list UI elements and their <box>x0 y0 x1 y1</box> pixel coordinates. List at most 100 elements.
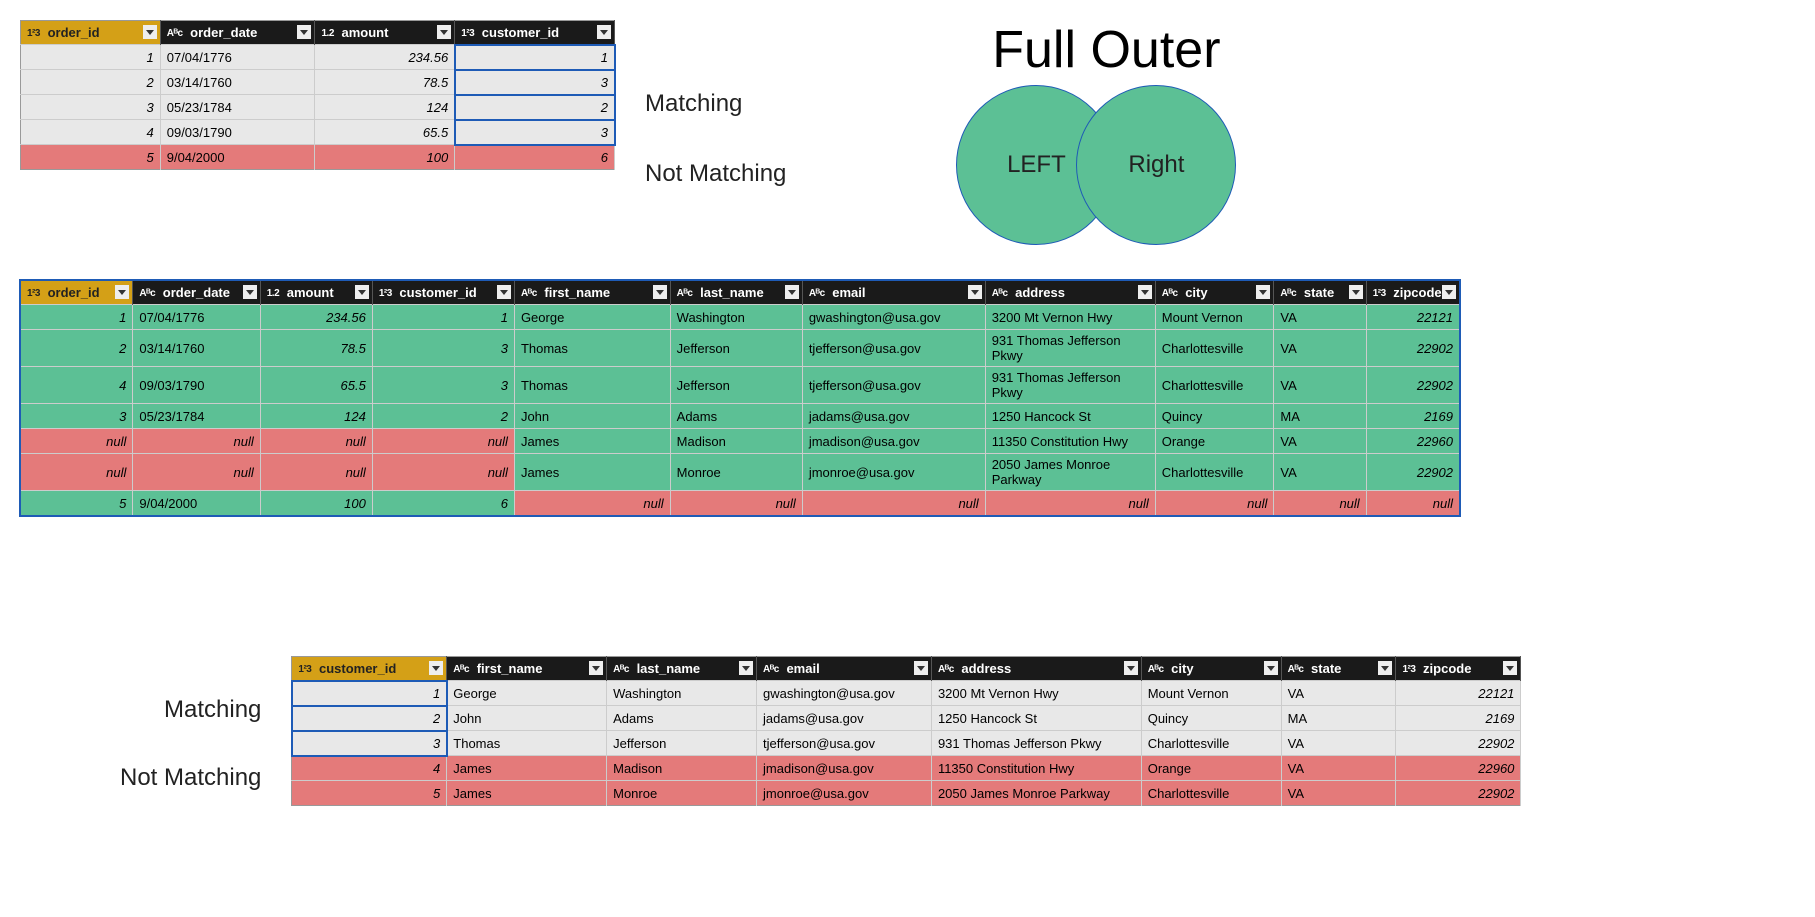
table-row: 305/23/17841242 <box>21 95 615 120</box>
cell-state: VA <box>1274 305 1366 330</box>
cell-state: VA <box>1281 781 1396 806</box>
label-matching: Matching <box>645 90 786 118</box>
dec-type-icon: 1.2 <box>267 288 279 299</box>
cell-email: jadams@usa.gov <box>757 706 932 731</box>
filter-dropdown-icon[interactable] <box>1138 285 1152 299</box>
filter-dropdown-icon[interactable] <box>597 25 611 39</box>
column-header-order_date[interactable]: Aᴮc order_date <box>133 281 260 305</box>
filter-dropdown-icon[interactable] <box>653 285 667 299</box>
column-header-state[interactable]: Aᴮc state <box>1274 281 1366 305</box>
dec-type-icon: 1.2 <box>321 28 333 39</box>
text-type-icon: Aᴮc <box>1280 288 1296 299</box>
filter-dropdown-icon[interactable] <box>355 285 369 299</box>
filter-dropdown-icon[interactable] <box>968 285 982 299</box>
table-row: 5JamesMonroejmonroe@usa.gov2050 James Mo… <box>292 781 1521 806</box>
filter-dropdown-icon[interactable] <box>739 661 753 675</box>
cell-amount: 100 <box>260 491 372 516</box>
column-header-first_name[interactable]: Aᴮc first_name <box>447 657 607 681</box>
column-header-order_id[interactable]: 1²3 order_id <box>21 21 161 45</box>
cell-amount: 234.56 <box>260 305 372 330</box>
cell-email: jadams@usa.gov <box>802 404 985 429</box>
table-row: 4JamesMadisonjmadison@usa.gov11350 Const… <box>292 756 1521 781</box>
cell-address: 1250 Hancock St <box>985 404 1155 429</box>
column-header-customer_id[interactable]: 1²3 customer_id <box>372 281 514 305</box>
filter-dropdown-icon[interactable] <box>297 25 311 39</box>
cell-state: VA <box>1274 330 1366 367</box>
cell-zipcode: 2169 <box>1396 706 1521 731</box>
cell-address: null <box>985 491 1155 516</box>
column-header-city[interactable]: Aᴮc city <box>1155 281 1274 305</box>
text-type-icon: Aᴮc <box>521 288 537 299</box>
filter-dropdown-icon[interactable] <box>785 285 799 299</box>
cell-zipcode: 22902 <box>1366 454 1459 491</box>
table-row: nullnullnullnullJamesMonroejmonroe@usa.g… <box>21 454 1460 491</box>
column-header-last_name[interactable]: Aᴮc last_name <box>670 281 802 305</box>
filter-dropdown-icon[interactable] <box>1503 661 1517 675</box>
text-type-icon: Aᴮc <box>1288 664 1304 675</box>
cell-customer_id: 2 <box>455 95 615 120</box>
cell-address: 3200 Mt Vernon Hwy <box>985 305 1155 330</box>
filter-dropdown-icon[interactable] <box>429 661 443 675</box>
cell-order_id: 2 <box>21 330 133 367</box>
table-row: 409/03/179065.53 <box>21 120 615 145</box>
cell-order_id: 3 <box>21 95 161 120</box>
column-header-address[interactable]: Aᴮc address <box>931 657 1141 681</box>
column-header-last_name[interactable]: Aᴮc last_name <box>607 657 757 681</box>
cell-zipcode: 22121 <box>1366 305 1459 330</box>
cell-customer_id: 3 <box>372 367 514 404</box>
column-header-order_date[interactable]: Aᴮc order_date <box>160 21 315 45</box>
cell-first_name: null <box>514 491 670 516</box>
column-header-email[interactable]: Aᴮc email <box>802 281 985 305</box>
cell-last_name: Washington <box>670 305 802 330</box>
cell-address: 1250 Hancock St <box>931 706 1141 731</box>
cell-zipcode: 22960 <box>1366 429 1459 454</box>
cell-city: Charlottesville <box>1155 330 1274 367</box>
column-header-zipcode[interactable]: 1²3 zipcode <box>1396 657 1521 681</box>
filter-dropdown-icon[interactable] <box>115 285 129 299</box>
column-header-order_id[interactable]: 1²3 order_id <box>21 281 133 305</box>
cell-customer_id: null <box>372 429 514 454</box>
cell-city: Quincy <box>1141 706 1281 731</box>
column-header-email[interactable]: Aᴮc email <box>757 657 932 681</box>
cell-zipcode: 22902 <box>1366 367 1459 404</box>
filter-dropdown-icon[interactable] <box>1264 661 1278 675</box>
column-header-address[interactable]: Aᴮc address <box>985 281 1155 305</box>
int-type-icon: 1²3 <box>461 28 474 39</box>
cell-first_name: George <box>447 681 607 706</box>
int-type-icon: 1²3 <box>1373 288 1386 299</box>
cell-last_name: Jefferson <box>607 731 757 756</box>
cell-email: tjefferson@usa.gov <box>757 731 932 756</box>
cell-order_date: null <box>133 454 260 491</box>
cell-state: VA <box>1281 731 1396 756</box>
column-header-city[interactable]: Aᴮc city <box>1141 657 1281 681</box>
column-header-amount[interactable]: 1.2 amount <box>315 21 455 45</box>
cell-address: 2050 James Monroe Parkway <box>985 454 1155 491</box>
column-header-zipcode[interactable]: 1²3 zipcode <box>1366 281 1459 305</box>
filter-dropdown-icon[interactable] <box>1378 661 1392 675</box>
cell-last_name: null <box>670 491 802 516</box>
filter-dropdown-icon[interactable] <box>1442 285 1456 299</box>
text-type-icon: Aᴮc <box>1162 288 1178 299</box>
cell-address: 11350 Constitution Hwy <box>931 756 1141 781</box>
int-type-icon: 1²3 <box>1402 664 1415 675</box>
filter-dropdown-icon[interactable] <box>1124 661 1138 675</box>
cell-city: Orange <box>1141 756 1281 781</box>
int-type-icon: 1²3 <box>379 288 392 299</box>
filter-dropdown-icon[interactable] <box>243 285 257 299</box>
column-header-customer_id[interactable]: 1²3 customer_id <box>455 21 615 45</box>
filter-dropdown-icon[interactable] <box>1349 285 1363 299</box>
cell-customer_id: 6 <box>455 145 615 170</box>
table-row: 59/04/20001006nullnullnullnullnullnullnu… <box>21 491 1460 516</box>
filter-dropdown-icon[interactable] <box>143 25 157 39</box>
filter-dropdown-icon[interactable] <box>914 661 928 675</box>
column-header-customer_id[interactable]: 1²3 customer_id <box>292 657 447 681</box>
text-type-icon: Aᴮc <box>763 664 779 675</box>
filter-dropdown-icon[interactable] <box>497 285 511 299</box>
column-header-first_name[interactable]: Aᴮc first_name <box>514 281 670 305</box>
column-header-amount[interactable]: 1.2 amount <box>260 281 372 305</box>
filter-dropdown-icon[interactable] <box>437 25 451 39</box>
cell-first_name: James <box>447 756 607 781</box>
column-header-state[interactable]: Aᴮc state <box>1281 657 1396 681</box>
filter-dropdown-icon[interactable] <box>589 661 603 675</box>
filter-dropdown-icon[interactable] <box>1256 285 1270 299</box>
